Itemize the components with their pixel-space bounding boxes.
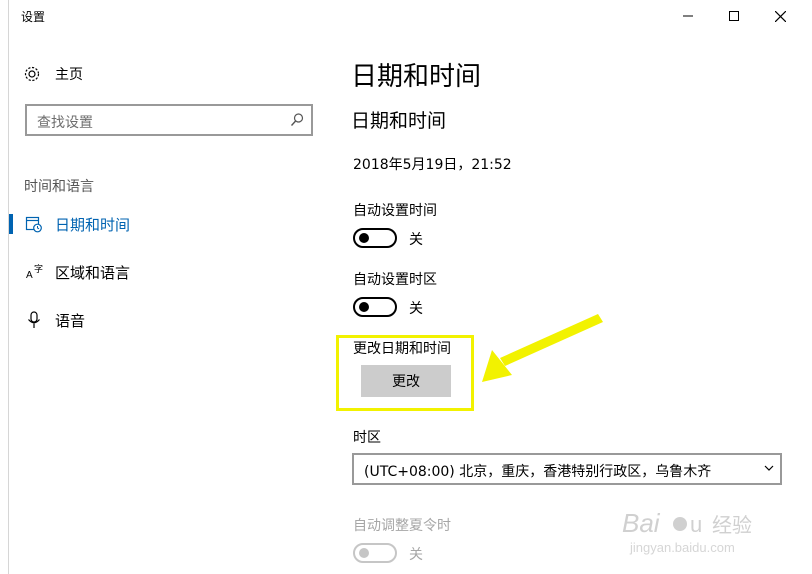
arrow-shaft <box>500 314 603 366</box>
svg-text:u: u <box>690 512 702 537</box>
annotation-arrow <box>482 314 603 382</box>
svg-text:jingyan.baidu.com: jingyan.baidu.com <box>629 540 735 555</box>
svg-text:Bai: Bai <box>622 508 661 538</box>
baidu-jingyan-watermark: Bai u 经验 jingyan.baidu.com <box>622 508 752 555</box>
svg-text:经验: 经验 <box>712 513 752 537</box>
